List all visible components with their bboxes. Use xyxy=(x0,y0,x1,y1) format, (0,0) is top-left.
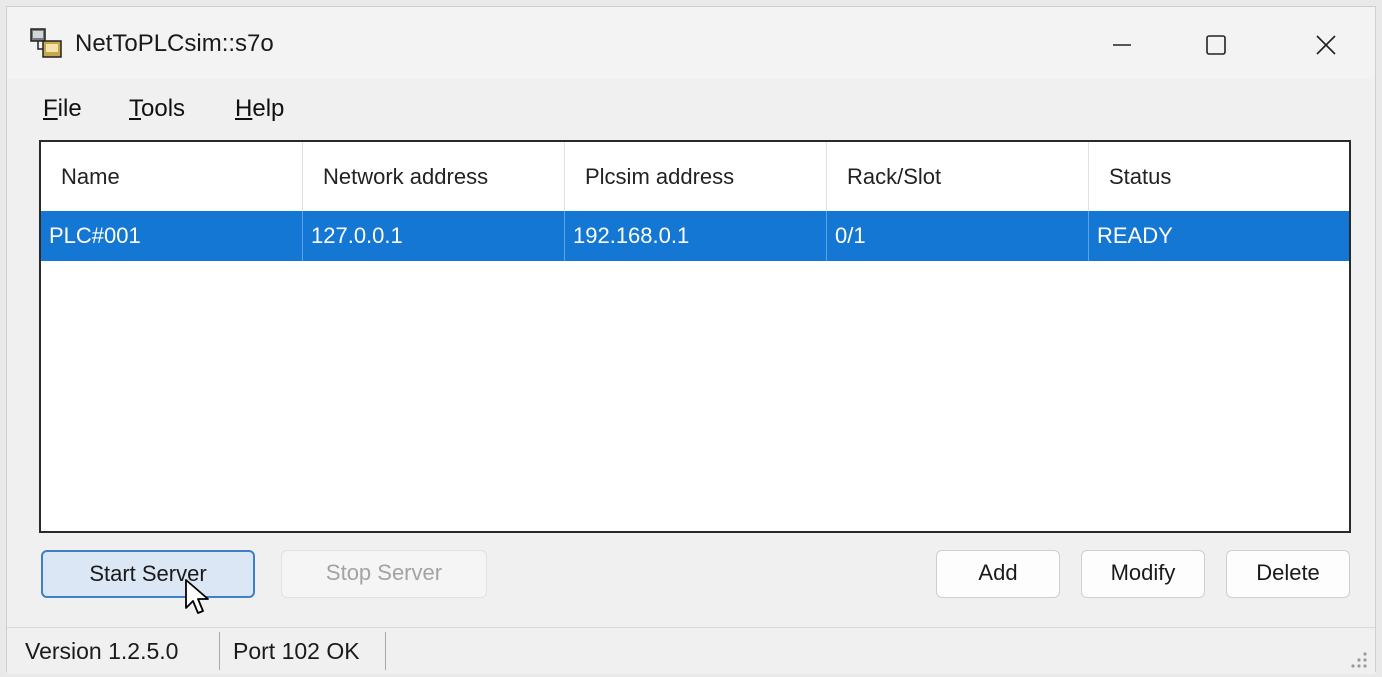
status-port: Port 102 OK xyxy=(233,638,360,664)
close-icon xyxy=(1316,35,1336,55)
column-header-status[interactable]: Status xyxy=(1089,142,1349,211)
column-header-rack-slot[interactable]: Rack/Slot xyxy=(827,142,1089,211)
status-bar: Version 1.2.5.0 Port 102 OK xyxy=(7,627,1375,674)
column-header-plcsim-address[interactable]: Plcsim address xyxy=(565,142,827,211)
app-window: NetToPLCsim::s7o File Tools Help Name Ne… xyxy=(6,6,1376,674)
menu-help-label: elp xyxy=(252,95,285,122)
menu-help[interactable]: Help xyxy=(235,95,284,123)
status-separator xyxy=(219,632,220,670)
maximize-button[interactable] xyxy=(1181,19,1251,71)
status-version: Version 1.2.5.0 xyxy=(25,638,179,664)
minimize-button[interactable] xyxy=(1087,19,1157,71)
cell-status: READY xyxy=(1097,223,1173,248)
delete-button[interactable]: Delete xyxy=(1226,550,1350,598)
status-separator xyxy=(385,632,386,670)
menu-tools-accel: T xyxy=(129,95,141,122)
list-header: Name Network address Plcsim address Rack… xyxy=(41,142,1349,211)
modify-button[interactable]: Modify xyxy=(1081,550,1205,598)
mouse-cursor-icon xyxy=(185,579,209,614)
plc-list[interactable]: Name Network address Plcsim address Rack… xyxy=(39,140,1351,533)
start-server-button[interactable]: Start Server xyxy=(41,550,255,598)
menu-tools-label: ools xyxy=(141,95,186,122)
add-button[interactable]: Add xyxy=(936,550,1060,598)
menu-bar: File Tools Help xyxy=(7,81,1375,135)
cell-rack-slot: 0/1 xyxy=(827,211,1089,261)
menu-tools[interactable]: Tools xyxy=(129,95,185,123)
close-button[interactable] xyxy=(1291,19,1361,71)
title-bar[interactable]: NetToPLCsim::s7o xyxy=(7,7,1375,79)
cell-network-address: 127.0.0.1 xyxy=(303,211,565,261)
table-row[interactable]: PLC#001 127.0.0.1 192.168.0.1 0/1 READY xyxy=(41,211,1349,261)
menu-help-accel: H xyxy=(235,95,253,122)
cell-plcsim-address: 192.168.0.1 xyxy=(565,211,827,261)
menu-file-accel: F xyxy=(43,95,58,122)
cell-name: PLC#001 xyxy=(41,211,303,261)
column-header-network-address[interactable]: Network address xyxy=(303,142,565,211)
column-header-name[interactable]: Name xyxy=(41,142,303,211)
stop-server-button[interactable]: Stop Server xyxy=(281,550,487,598)
resize-grip-icon[interactable] xyxy=(1347,648,1369,670)
app-icon xyxy=(30,28,62,58)
menu-file-label: ile xyxy=(57,95,82,122)
window-title: NetToPLCsim::s7o xyxy=(75,30,274,57)
menu-file[interactable]: File xyxy=(43,95,82,123)
maximize-icon xyxy=(1206,35,1226,55)
minimize-icon xyxy=(1113,44,1131,46)
